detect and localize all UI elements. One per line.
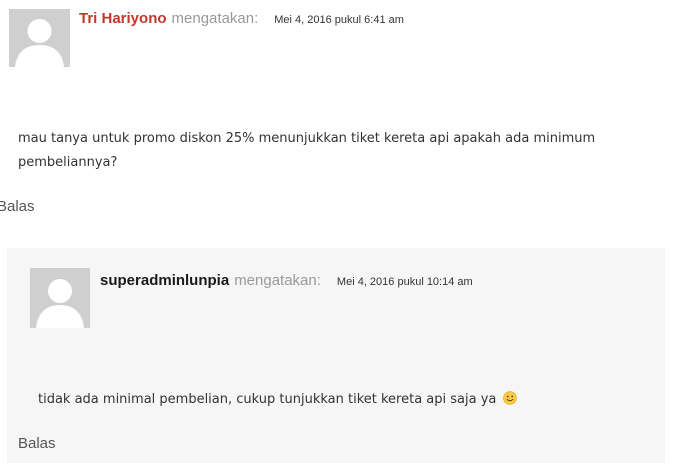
author-name: superadminlunpia: [100, 272, 230, 289]
comment-meta: superadminlunpia mengatakan: Mei 4, 2016…: [100, 272, 473, 289]
slightly-smiling-face-icon: [502, 391, 517, 405]
child-comment: superadminlunpia mengatakan: Mei 4, 2016…: [7, 248, 665, 463]
comment-thread: Tri Hariyono mengatakan: Mei 4, 2016 puk…: [0, 0, 673, 463]
avatar: [30, 268, 90, 328]
comment-meta: Tri Hariyono mengatakan: Mei 4, 2016 puk…: [79, 10, 404, 27]
says-label: mengatakan:: [171, 10, 259, 27]
reply-button[interactable]: Balas: [18, 435, 56, 452]
comment-body: tidak ada minimal pembelian, cukup tunju…: [38, 392, 497, 407]
avatar: [9, 9, 70, 67]
says-label: mengatakan:: [234, 272, 321, 289]
user-silhouette-icon: [30, 268, 90, 328]
comment-body: mau tanya untuk promo diskon 25% menunju…: [18, 131, 596, 170]
user-silhouette-icon: [9, 9, 70, 67]
comment-body-wrapper: tidak ada minimal pembelian, cukup tunju…: [38, 388, 638, 412]
comment-date-link[interactable]: Mei 4, 2016 pukul 6:41 am: [274, 14, 404, 26]
comment-date-link[interactable]: Mei 4, 2016 pukul 10:14 am: [337, 276, 473, 288]
author-link[interactable]: Tri Hariyono: [79, 10, 167, 27]
reply-button[interactable]: Balas: [0, 198, 35, 215]
